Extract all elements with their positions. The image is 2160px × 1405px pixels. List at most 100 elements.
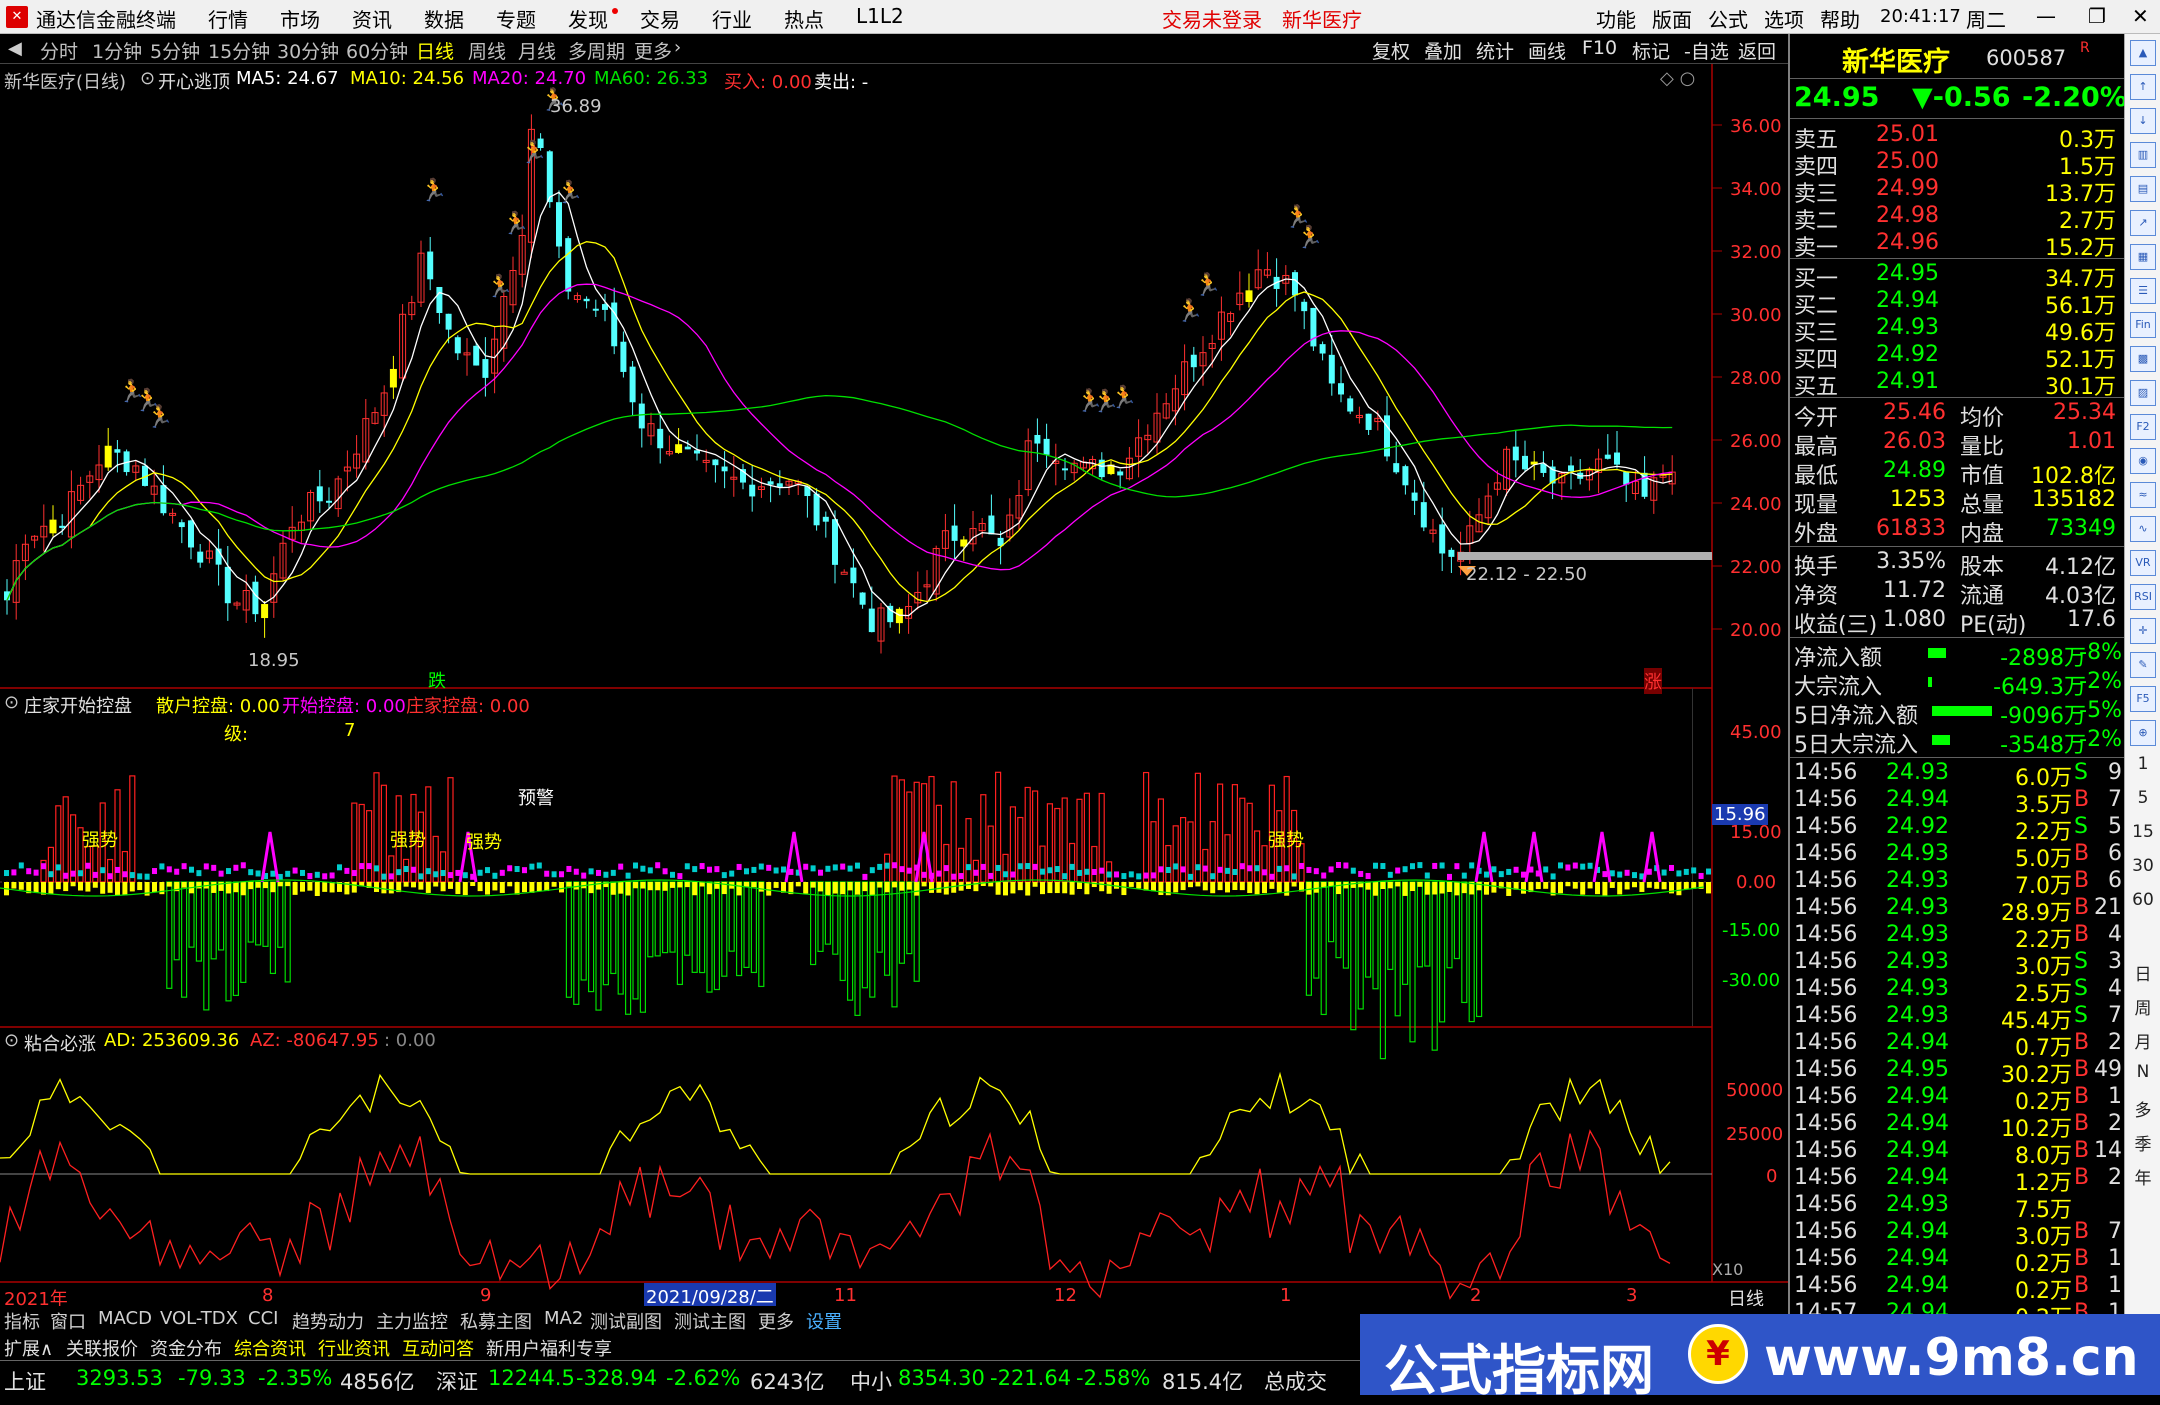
tab-test-main[interactable]: 测试主图 [674,1308,746,1334]
tool-bars-icon[interactable]: ▤ [2130,176,2156,202]
toolbar-back[interactable]: 返回 [1738,37,1776,64]
period-1min[interactable]: 1分钟 [92,37,142,64]
tool-up-icon[interactable]: ▲ [2130,40,2156,66]
tool-grid-icon[interactable]: ▩ [2130,346,2156,372]
menu-item-hot[interactable]: 热点 [784,4,824,33]
tool-period-30[interactable]: 30 [2125,856,2160,876]
ind2-gear-icon[interactable]: ⊙ [4,692,19,713]
ind3-gear-icon[interactable]: ⊙ [4,1030,19,1051]
kline-chart-svg[interactable]: 🏃🏃🏃🏃🏃🏃🏃🏃🏃🏃🏃🏃🏃🏃🏃🏃 [0,64,1788,1314]
toolbar-watchlist[interactable]: -自选 [1684,37,1729,64]
tool-period-60[interactable]: 60 [2125,890,2160,910]
tab-related-quotes[interactable]: 关联报价 [66,1335,138,1361]
toolbar-adjust[interactable]: 复权 [1372,37,1410,64]
tool-trend-icon[interactable]: ↗ [2130,210,2156,236]
tab-window[interactable]: 窗口 [50,1308,86,1334]
period-intraday[interactable]: 分时 [40,37,78,64]
menu-item-news[interactable]: 资讯 [352,4,392,33]
tool-vr-icon[interactable]: VR [2130,550,2156,576]
tab-expand[interactable]: 扩展∧ [4,1335,53,1361]
collapse-icon[interactable]: ◀ [8,38,22,59]
menu-item-formula[interactable]: 公式 [1708,4,1748,33]
period-daily[interactable]: 日线 [416,37,454,64]
tool-bbi-icon[interactable]: ∿ [2130,516,2156,542]
menu-item-trade[interactable]: 交易 [640,4,680,33]
ind3-title[interactable]: 粘合必涨 [24,1030,96,1056]
main-indicator-name[interactable]: 开心逃顶 [158,68,230,94]
menu-item-data[interactable]: 数据 [424,4,464,33]
tab-macd[interactable]: MACD [98,1308,152,1329]
menu-item-industry[interactable]: 行业 [712,4,752,33]
tool-fin-icon[interactable]: Fin [2130,312,2156,338]
menu-item-help[interactable]: 帮助 [1820,4,1860,33]
menu-item-topics[interactable]: 专题 [496,4,536,33]
menu-item-l1l2[interactable]: L1L2 [856,4,904,28]
toolbar-mark[interactable]: 标记 [1632,37,1670,64]
tab-test-sub[interactable]: 测试副图 [590,1308,662,1334]
tab-new-user[interactable]: 新用户福利专享 [486,1335,612,1361]
tool-period-season[interactable]: 季 [2125,1130,2160,1155]
tool-period-week[interactable]: 周 [2125,994,2160,1019]
chart-area[interactable]: 🏃 🏃 🏃 🏃 🏃 🏃 🏃 🏃 🏃 🏃 🏃 🏃 🏃 🏃 🏃 🏃 新华医疗(日线) ⊙ 开心逃顶 MA5: 24… [0,64,1788,1314]
tab-cci[interactable]: CCI [248,1308,278,1329]
tool-period-day[interactable]: 日 [2125,960,2160,985]
tool-wr-icon[interactable]: ✛ [2130,618,2156,644]
menu-item-discover[interactable]: 发现 [568,4,608,33]
tool-rsi-icon[interactable]: RSI [2130,584,2156,610]
toolbar-overlay[interactable]: 叠加 [1424,37,1462,64]
sh-index-name[interactable]: 上证 [4,1366,46,1396]
sz-index-name[interactable]: 深证 [436,1366,478,1396]
tool-macd-icon[interactable]: ≈ [2130,482,2156,508]
period-more[interactable]: 更多 [634,37,672,64]
tool-f5-icon[interactable]: F5 [2130,686,2156,712]
tab-private-main[interactable]: 私募主图 [460,1308,532,1334]
toolbar-f10[interactable]: F10 [1582,37,1617,59]
tool-period-1[interactable]: 1 [2125,754,2160,774]
tool-period-15[interactable]: 15 [2125,822,2160,842]
close-icon[interactable]: ✕ [2132,4,2149,28]
sme-index-name[interactable]: 中小 [850,1366,892,1396]
tool-next-icon[interactable]: ↓ [2130,108,2156,134]
menu-item-function[interactable]: 功能 [1596,4,1636,33]
tool-period-n[interactable]: N [2125,1062,2160,1082]
tool-period-month[interactable]: 月 [2125,1028,2160,1053]
toolbar-stats[interactable]: 统计 [1476,37,1514,64]
tool-period-5[interactable]: 5 [2125,788,2160,808]
menu-item-quotes[interactable]: 行情 [208,4,248,33]
tool-kline-icon[interactable]: ▥ [2130,142,2156,168]
period-30min[interactable]: 30分钟 [277,37,339,64]
tool-zoom-icon[interactable]: ⊕ [2130,720,2156,746]
tab-general-news[interactable]: 综合资讯 [234,1335,306,1361]
chart-nav-icon[interactable]: ◇ ○ [1660,68,1695,89]
menu-item-layout[interactable]: 版面 [1652,4,1692,33]
period-weekly[interactable]: 周线 [468,37,506,64]
tab-trend-power[interactable]: 趋势动力 [292,1308,364,1334]
period-60min[interactable]: 60分钟 [346,37,408,64]
period-5min[interactable]: 5分钟 [150,37,200,64]
tab-qa[interactable]: 互动问答 [402,1335,474,1361]
restore-icon[interactable]: ❐ [2088,4,2106,28]
tab-ma2[interactable]: MA2 [544,1308,583,1329]
tool-list-icon[interactable]: ☰ [2130,278,2156,304]
tab-industry-news[interactable]: 行业资讯 [318,1335,390,1361]
tool-period-year[interactable]: 年 [2125,1164,2160,1189]
tab-more[interactable]: 更多 [758,1308,794,1334]
tool-news-icon[interactable]: ▨ [2130,380,2156,406]
toolbar-draw[interactable]: 画线 [1528,37,1566,64]
tool-prev-icon[interactable]: ↑ [2130,74,2156,100]
tab-indicator[interactable]: 指标 [4,1308,40,1334]
menu-item-market[interactable]: 市场 [280,4,320,33]
period-15min[interactable]: 15分钟 [208,37,270,64]
minimize-icon[interactable]: — [2036,4,2056,28]
ind2-title[interactable]: 庄家开始控盘 [24,692,132,718]
menu-item-options[interactable]: 选项 [1764,4,1804,33]
tool-search-icon[interactable]: ◉ [2130,448,2156,474]
tab-fund-dist[interactable]: 资金分布 [150,1335,222,1361]
tool-vol-icon[interactable]: ▦ [2130,244,2156,270]
tool-period-multi[interactable]: 多 [2125,1096,2160,1121]
tab-vol-tdx[interactable]: VOL-TDX [160,1308,238,1329]
login-status[interactable]: 交易未登录 [1162,4,1262,33]
period-monthly[interactable]: 月线 [518,37,556,64]
tool-f2-icon[interactable]: F2 [2130,414,2156,440]
tool-pen-icon[interactable]: ✎ [2130,652,2156,678]
